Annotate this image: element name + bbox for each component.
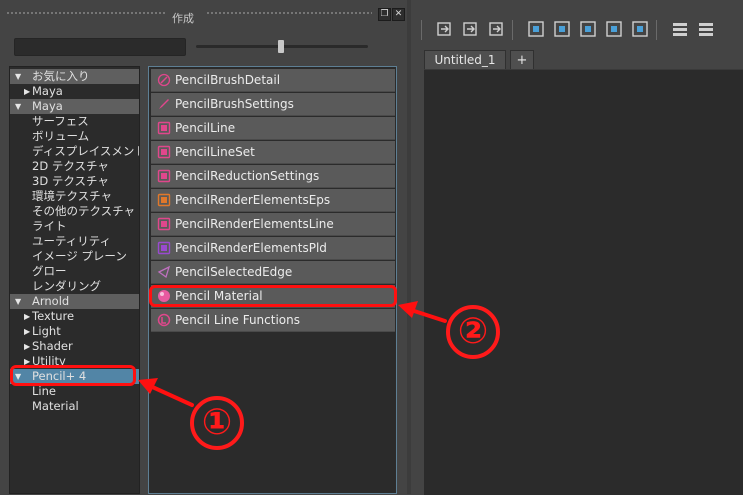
annotation-arrows [138, 301, 447, 407]
callout-2: ② [446, 305, 500, 359]
arrow-1-line [146, 383, 194, 407]
callout-1: ① [190, 396, 244, 450]
arrow-2-head [398, 301, 418, 318]
